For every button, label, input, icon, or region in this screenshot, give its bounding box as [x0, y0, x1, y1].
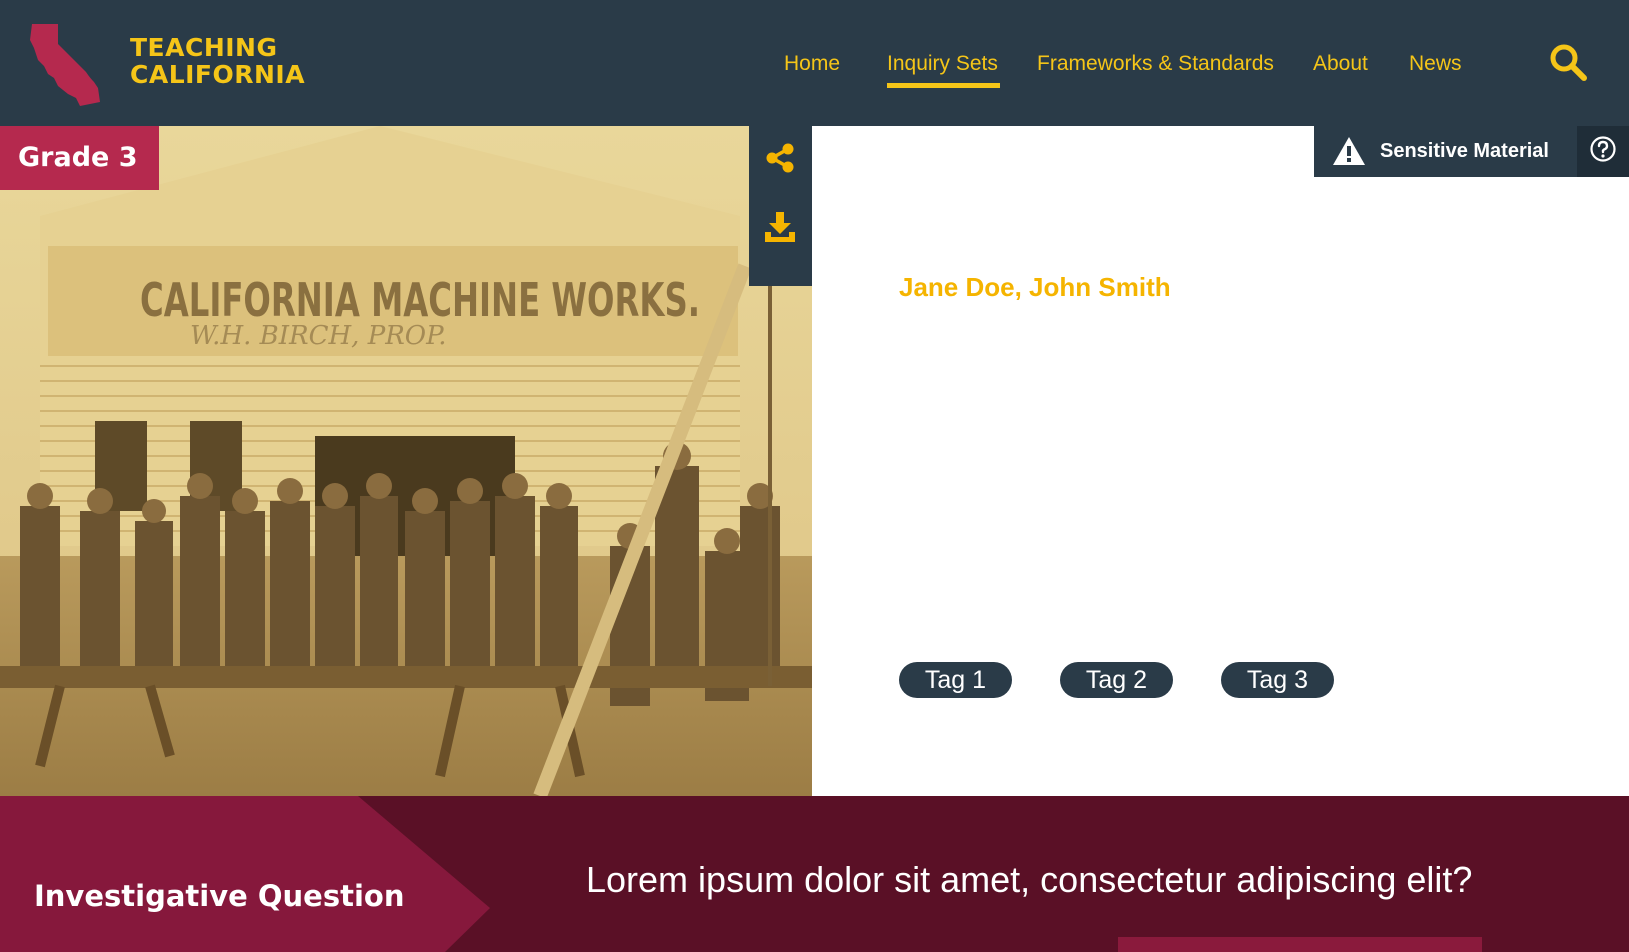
brand-line-1: TEACHING — [130, 33, 278, 62]
sign-text: CALIFORNIA MACHINE WORKS. — [140, 273, 700, 327]
download-icon[interactable] — [763, 210, 797, 244]
investigative-question-label: Investigative Question — [34, 879, 405, 913]
nav-inquiry-sets[interactable]: Inquiry Sets — [887, 52, 1000, 88]
question-label-chevron — [0, 796, 490, 952]
nav-home[interactable]: Home — [784, 52, 840, 76]
site-header: TEACHING CALIFORNIA Home Inquiry Sets Fr… — [0, 0, 1629, 126]
investigative-question-text: Lorem ipsum dolor sit amet, consectetur … — [586, 859, 1473, 900]
grade-badge: Grade 3 — [0, 126, 159, 190]
question-accent-bar — [1118, 937, 1482, 952]
site-brand[interactable]: TEACHING CALIFORNIA — [130, 34, 305, 88]
tag-3[interactable]: Tag 3 — [1221, 662, 1334, 698]
hero-photo: CALIFORNIA MACHINE WORKS. W.H. BIRCH, PR… — [0, 126, 812, 796]
brand-line-2: CALIFORNIA — [130, 60, 306, 89]
sign-subtext: W.H. BIRCH, PROP. — [190, 321, 447, 351]
sensitive-material-banner: Sensitive Material — [1314, 126, 1629, 177]
warning-icon — [1333, 137, 1365, 165]
california-logo[interactable] — [28, 22, 108, 106]
action-toolbar — [749, 126, 812, 286]
share-icon[interactable] — [763, 141, 797, 175]
help-button[interactable] — [1577, 126, 1629, 177]
question-circle-icon — [1590, 136, 1616, 162]
sensitive-material-label: Sensitive Material — [1380, 140, 1549, 162]
tag-1[interactable]: Tag 1 — [899, 662, 1012, 698]
nav-frameworks-standards[interactable]: Frameworks & Standards — [1037, 52, 1274, 76]
authors-text[interactable]: Jane Doe, John Smith — [899, 272, 1171, 303]
search-icon[interactable] — [1548, 42, 1588, 82]
nav-about[interactable]: About — [1313, 52, 1368, 76]
tag-2[interactable]: Tag 2 — [1060, 662, 1173, 698]
nav-news[interactable]: News — [1409, 52, 1462, 76]
